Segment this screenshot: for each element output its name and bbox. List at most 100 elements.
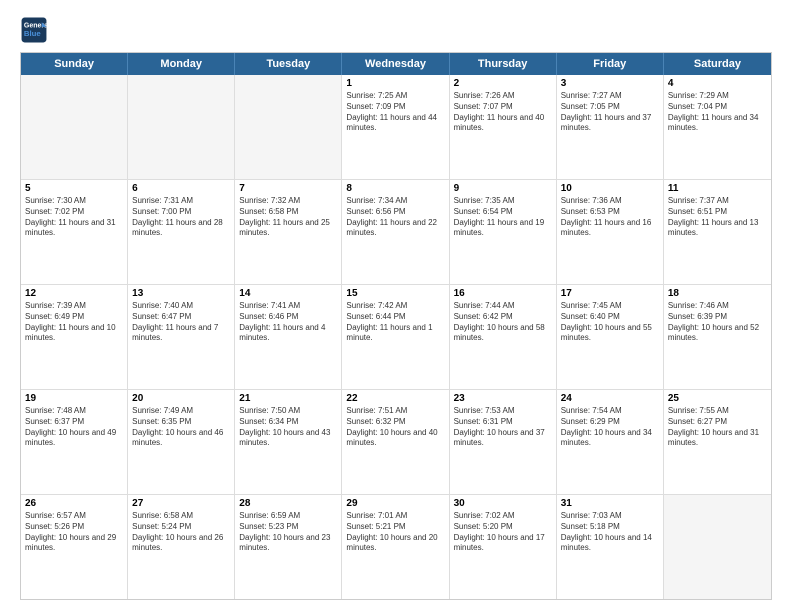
- day-header-saturday: Saturday: [664, 53, 771, 75]
- cal-cell-29: 29 Sunrise: 7:01 AM Sunset: 5:21 PM Dayli…: [342, 495, 449, 599]
- cal-cell-10: 10 Sunrise: 7:36 AM Sunset: 6:53 PM Dayli…: [557, 180, 664, 284]
- day-number: 30: [454, 498, 552, 509]
- calendar: SundayMondayTuesdayWednesdayThursdayFrid…: [20, 52, 772, 600]
- cell-details: Sunrise: 7:55 AM Sunset: 6:27 PM Dayligh…: [668, 406, 767, 449]
- cell-details: Sunrise: 7:44 AM Sunset: 6:42 PM Dayligh…: [454, 301, 552, 344]
- day-number: 28: [239, 498, 337, 509]
- cal-cell-9: 9 Sunrise: 7:35 AM Sunset: 6:54 PM Daylig…: [450, 180, 557, 284]
- day-header-sunday: Sunday: [21, 53, 128, 75]
- cal-cell-empty-4-6: [664, 495, 771, 599]
- calendar-body: 1 Sunrise: 7:25 AM Sunset: 7:09 PM Daylig…: [21, 75, 771, 599]
- cal-cell-30: 30 Sunrise: 7:02 AM Sunset: 5:20 PM Dayli…: [450, 495, 557, 599]
- cell-details: Sunrise: 7:01 AM Sunset: 5:21 PM Dayligh…: [346, 511, 444, 554]
- cal-cell-12: 12Sunrise: 7:39 AM Sunset: 6:49 PM Dayli…: [21, 285, 128, 389]
- cal-cell-1: 1 Sunrise: 7:25 AM Sunset: 7:09 PM Daylig…: [342, 75, 449, 179]
- cal-cell-16: 16 Sunrise: 7:44 AM Sunset: 6:42 PM Dayli…: [450, 285, 557, 389]
- day-number: 2: [454, 78, 552, 89]
- cal-cell-19: 19Sunrise: 7:48 AM Sunset: 6:37 PM Dayli…: [21, 390, 128, 494]
- day-number: 21: [239, 393, 337, 404]
- cell-details: Sunrise: 7:31 AM Sunset: 7:00 PM Dayligh…: [132, 196, 230, 239]
- day-number: 23: [454, 393, 552, 404]
- cell-details: Sunrise: 7:45 AM Sunset: 6:40 PM Dayligh…: [561, 301, 659, 344]
- cell-details: Sunrise: 7:42 AM Sunset: 6:44 PM Dayligh…: [346, 301, 444, 344]
- cal-cell-18: 18Sunrise: 7:46 AM Sunset: 6:39 PM Dayli…: [664, 285, 771, 389]
- day-number: 10: [561, 183, 659, 194]
- cell-details: Sunrise: 7:29 AM Sunset: 7:04 PM Dayligh…: [668, 91, 767, 134]
- cal-cell-31: 31 Sunrise: 7:03 AM Sunset: 5:18 PM Dayli…: [557, 495, 664, 599]
- day-number: 9: [454, 183, 552, 194]
- day-header-tuesday: Tuesday: [235, 53, 342, 75]
- day-number: 31: [561, 498, 659, 509]
- cell-details: Sunrise: 7:49 AM Sunset: 6:35 PM Dayligh…: [132, 406, 230, 449]
- cell-details: Sunrise: 7:34 AM Sunset: 6:56 PM Dayligh…: [346, 196, 444, 239]
- cal-cell-17: 17 Sunrise: 7:45 AM Sunset: 6:40 PM Dayli…: [557, 285, 664, 389]
- day-header-wednesday: Wednesday: [342, 53, 449, 75]
- day-number: 12: [25, 288, 123, 299]
- cell-details: Sunrise: 7:40 AM Sunset: 6:47 PM Dayligh…: [132, 301, 230, 344]
- cal-cell-26: 26Sunrise: 6:57 AM Sunset: 5:26 PM Dayli…: [21, 495, 128, 599]
- day-number: 8: [346, 183, 444, 194]
- cal-cell-7: 7 Sunrise: 7:32 AM Sunset: 6:58 PM Daylig…: [235, 180, 342, 284]
- cell-details: Sunrise: 7:53 AM Sunset: 6:31 PM Dayligh…: [454, 406, 552, 449]
- day-number: 20: [132, 393, 230, 404]
- day-number: 4: [668, 78, 767, 89]
- day-number: 14: [239, 288, 337, 299]
- cell-details: Sunrise: 7:26 AM Sunset: 7:07 PM Dayligh…: [454, 91, 552, 134]
- day-number: 17: [561, 288, 659, 299]
- cell-details: Sunrise: 7:02 AM Sunset: 5:20 PM Dayligh…: [454, 511, 552, 554]
- svg-text:Blue: Blue: [24, 29, 42, 38]
- cell-details: Sunrise: 7:37 AM Sunset: 6:51 PM Dayligh…: [668, 196, 767, 239]
- day-number: 27: [132, 498, 230, 509]
- cal-cell-8: 8 Sunrise: 7:34 AM Sunset: 6:56 PM Daylig…: [342, 180, 449, 284]
- cal-cell-14: 14 Sunrise: 7:41 AM Sunset: 6:46 PM Dayli…: [235, 285, 342, 389]
- cal-cell-20: 20 Sunrise: 7:49 AM Sunset: 6:35 PM Dayli…: [128, 390, 235, 494]
- cal-cell-25: 25 Sunrise: 7:55 AM Sunset: 6:27 PM Dayli…: [664, 390, 771, 494]
- cell-details: Sunrise: 7:36 AM Sunset: 6:53 PM Dayligh…: [561, 196, 659, 239]
- cell-details: Sunrise: 7:54 AM Sunset: 6:29 PM Dayligh…: [561, 406, 659, 449]
- day-number: 19: [25, 393, 123, 404]
- cal-cell-3: 3Sunrise: 7:27 AM Sunset: 7:05 PM Daylig…: [557, 75, 664, 179]
- cal-cell-empty-0-2: [235, 75, 342, 179]
- cal-cell-11: 11 Sunrise: 7:37 AM Sunset: 6:51 PM Dayli…: [664, 180, 771, 284]
- calendar-row-2: 12Sunrise: 7:39 AM Sunset: 6:49 PM Dayli…: [21, 284, 771, 389]
- cal-cell-6: 6 Sunrise: 7:31 AM Sunset: 7:00 PM Daylig…: [128, 180, 235, 284]
- day-number: 22: [346, 393, 444, 404]
- day-header-monday: Monday: [128, 53, 235, 75]
- cell-details: Sunrise: 7:25 AM Sunset: 7:09 PM Dayligh…: [346, 91, 444, 134]
- cell-details: Sunrise: 7:32 AM Sunset: 6:58 PM Dayligh…: [239, 196, 337, 239]
- cal-cell-5: 5Sunrise: 7:30 AM Sunset: 7:02 PM Daylig…: [21, 180, 128, 284]
- day-number: 7: [239, 183, 337, 194]
- day-number: 26: [25, 498, 123, 509]
- day-number: 18: [668, 288, 767, 299]
- logo: General Blue: [20, 16, 52, 44]
- cell-details: Sunrise: 7:51 AM Sunset: 6:32 PM Dayligh…: [346, 406, 444, 449]
- cell-details: Sunrise: 7:35 AM Sunset: 6:54 PM Dayligh…: [454, 196, 552, 239]
- logo-icon: General Blue: [20, 16, 48, 44]
- cell-details: Sunrise: 7:03 AM Sunset: 5:18 PM Dayligh…: [561, 511, 659, 554]
- calendar-row-1: 5Sunrise: 7:30 AM Sunset: 7:02 PM Daylig…: [21, 179, 771, 284]
- day-number: 1: [346, 78, 444, 89]
- cal-cell-13: 13Sunrise: 7:40 AM Sunset: 6:47 PM Dayli…: [128, 285, 235, 389]
- calendar-header: SundayMondayTuesdayWednesdayThursdayFrid…: [21, 53, 771, 75]
- cal-cell-28: 28Sunrise: 6:59 AM Sunset: 5:23 PM Dayli…: [235, 495, 342, 599]
- calendar-row-3: 19Sunrise: 7:48 AM Sunset: 6:37 PM Dayli…: [21, 389, 771, 494]
- cal-cell-23: 23 Sunrise: 7:53 AM Sunset: 6:31 PM Dayli…: [450, 390, 557, 494]
- calendar-row-4: 26Sunrise: 6:57 AM Sunset: 5:26 PM Dayli…: [21, 494, 771, 599]
- day-header-friday: Friday: [557, 53, 664, 75]
- cal-cell-empty-0-0: [21, 75, 128, 179]
- cal-cell-27: 27 Sunrise: 6:58 AM Sunset: 5:24 PM Dayli…: [128, 495, 235, 599]
- cell-details: Sunrise: 6:58 AM Sunset: 5:24 PM Dayligh…: [132, 511, 230, 554]
- day-number: 11: [668, 183, 767, 194]
- day-number: 3: [561, 78, 659, 89]
- cell-details: Sunrise: 7:30 AM Sunset: 7:02 PM Dayligh…: [25, 196, 123, 239]
- day-number: 29: [346, 498, 444, 509]
- day-number: 16: [454, 288, 552, 299]
- cal-cell-empty-0-1: [128, 75, 235, 179]
- day-number: 15: [346, 288, 444, 299]
- cell-details: Sunrise: 7:41 AM Sunset: 6:46 PM Dayligh…: [239, 301, 337, 344]
- page: General Blue SundayMondayTuesdayWednesda…: [0, 0, 792, 612]
- header: General Blue: [20, 16, 772, 44]
- day-number: 6: [132, 183, 230, 194]
- cal-cell-21: 21Sunrise: 7:50 AM Sunset: 6:34 PM Dayli…: [235, 390, 342, 494]
- day-number: 25: [668, 393, 767, 404]
